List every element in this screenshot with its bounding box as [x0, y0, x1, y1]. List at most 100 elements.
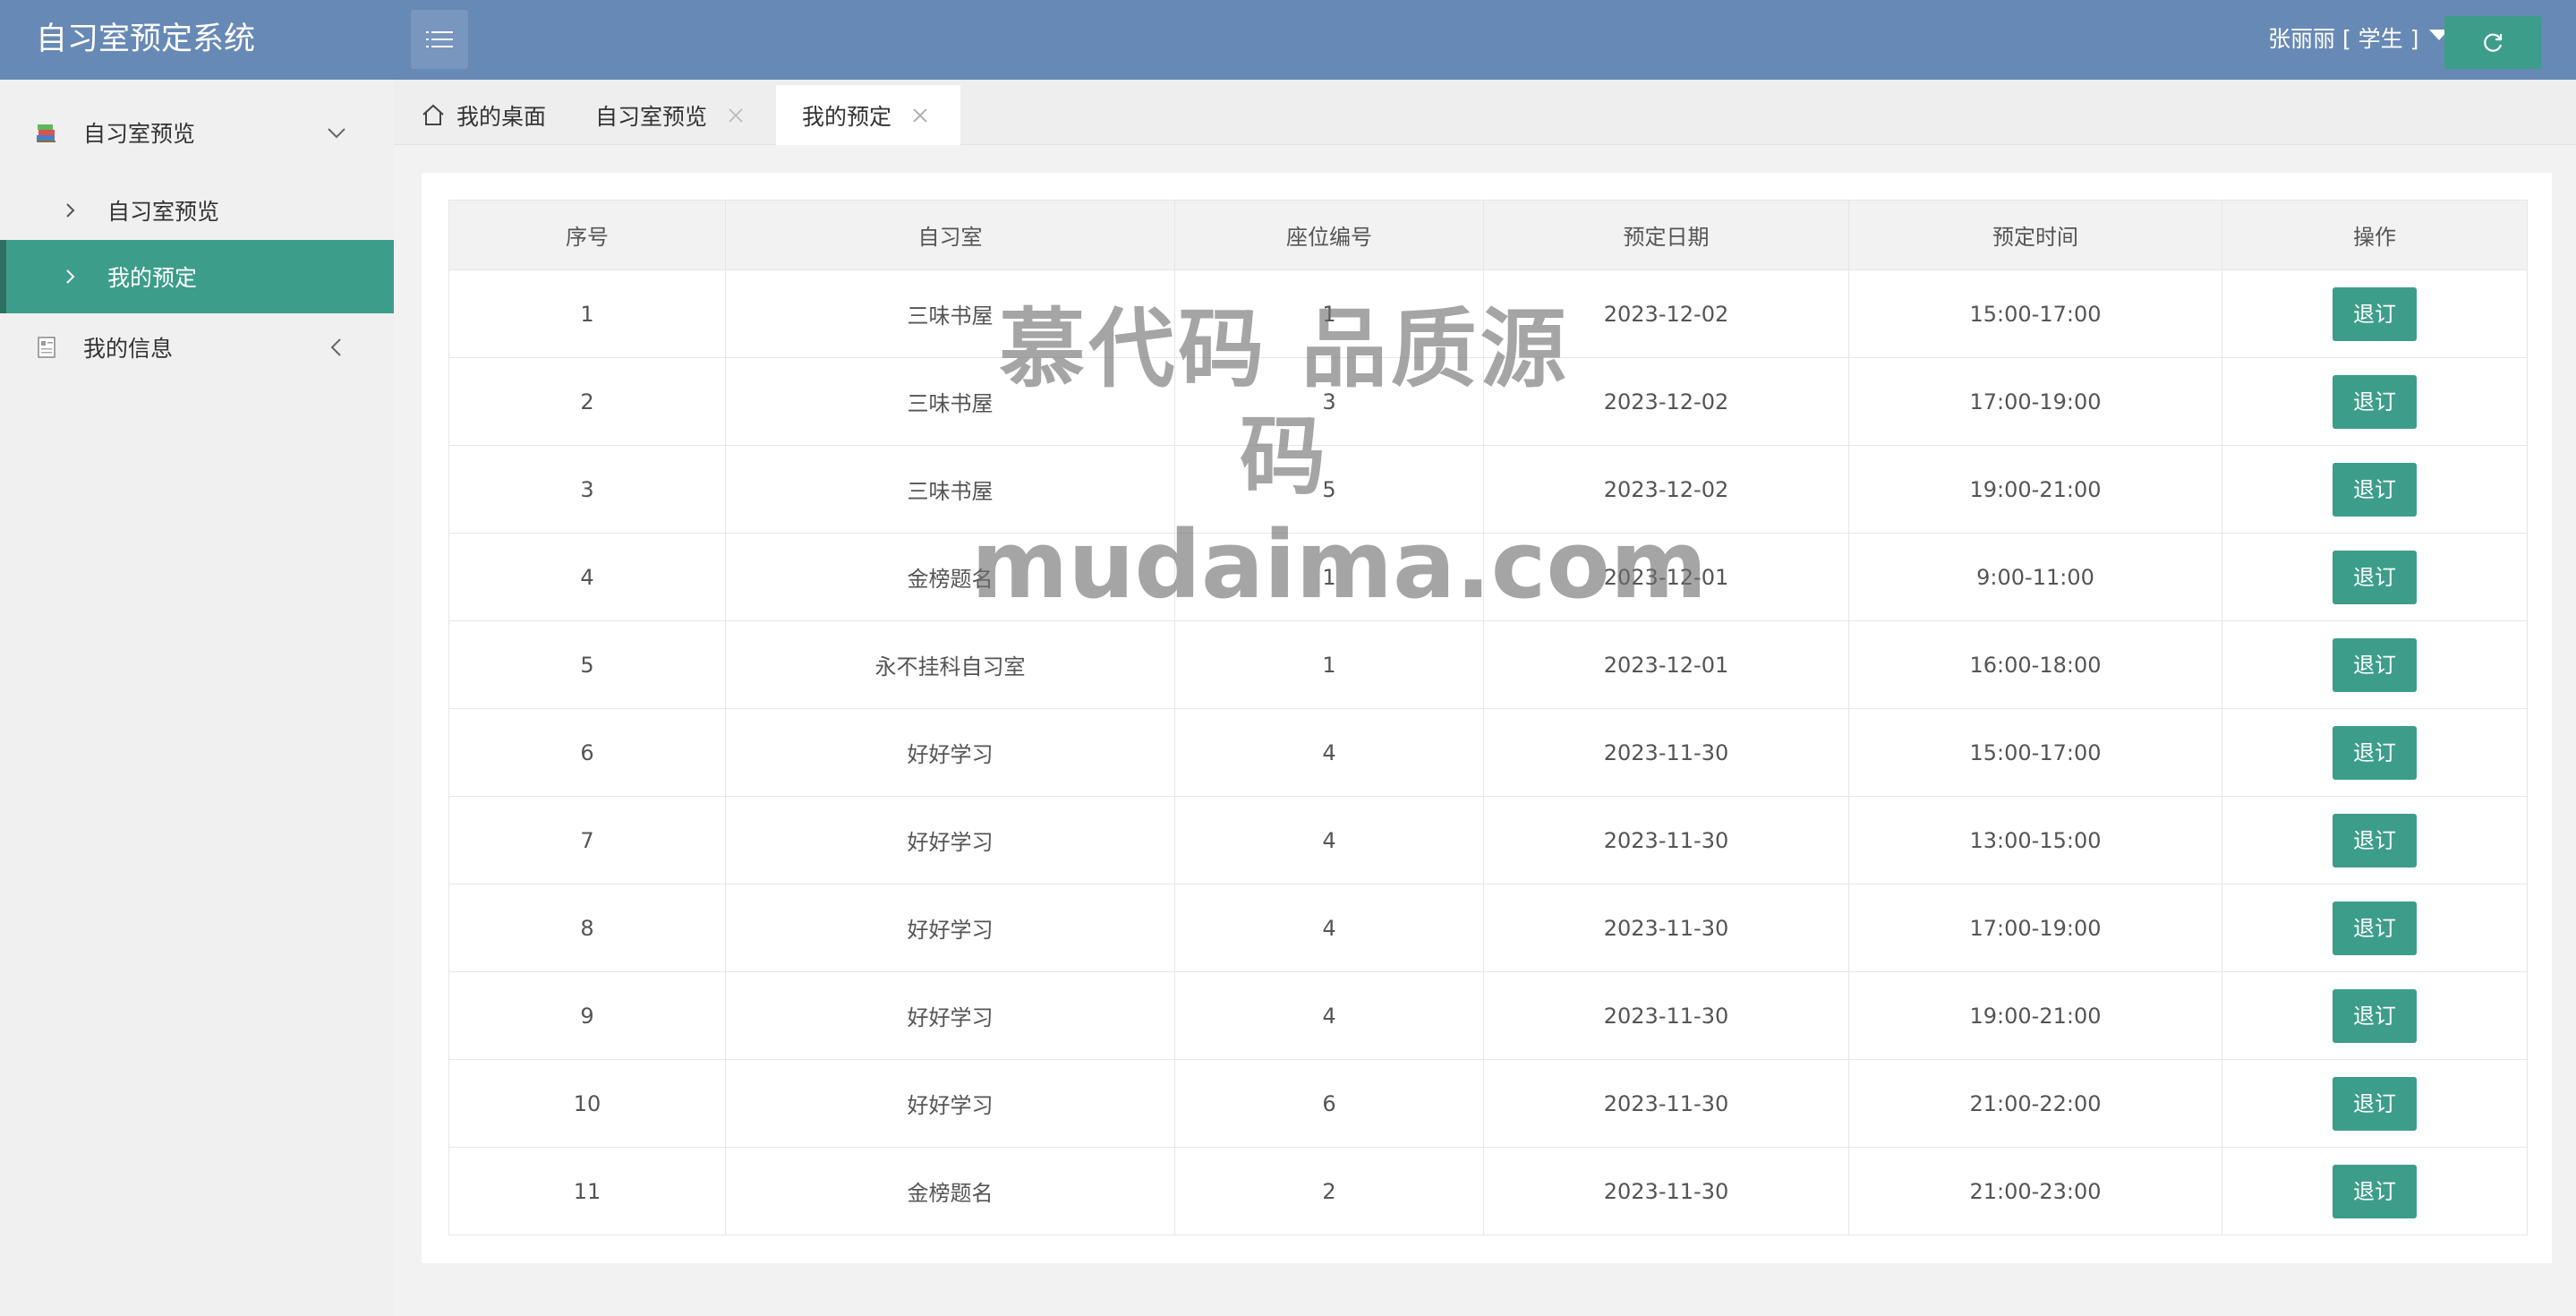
- cell-time: 17:00-19:00: [1848, 357, 2222, 446]
- cell-time: 17:00-19:00: [1848, 884, 2222, 972]
- cell-room: 好好学习: [725, 708, 1175, 797]
- refresh-icon: [2484, 33, 2503, 52]
- tab-label: 自习室预览: [595, 103, 708, 130]
- cell-room: 三味书屋: [725, 269, 1175, 358]
- cell-room: 好好学习: [725, 884, 1175, 972]
- cell-time: 21:00-22:00: [1848, 1059, 2222, 1148]
- cell-time: 15:00-17:00: [1848, 269, 2222, 358]
- cell-action: 退订: [2222, 884, 2528, 972]
- books-icon: [37, 124, 55, 142]
- cell-action: 退订: [2222, 620, 2528, 709]
- cell-index: 4: [448, 533, 726, 621]
- column-header-seat: 座位编号: [1174, 200, 1484, 270]
- cell-action: 退订: [2222, 1147, 2528, 1235]
- table-row: 2 三味书屋 3 2023-12-02 17:00-19:00 退订: [448, 357, 2528, 446]
- cell-date: 2023-11-30: [1483, 1147, 1849, 1235]
- cell-index: 1: [448, 269, 726, 358]
- tab-my-desktop[interactable]: 我的桌面: [421, 85, 546, 145]
- table-row: 4 金榜题名 1 2023-12-01 9:00-11:00 退订: [448, 533, 2528, 621]
- sidebar-item-label: 我的预定: [107, 265, 198, 291]
- user-menu[interactable]: 张丽丽 [ 学生 ]: [2268, 23, 2450, 56]
- close-icon[interactable]: [911, 107, 929, 124]
- menu-toggle-button[interactable]: [411, 10, 468, 69]
- column-header-room: 自习室: [725, 200, 1175, 270]
- list-icon: [426, 31, 453, 47]
- cell-seat: 5: [1174, 445, 1484, 534]
- cell-seat: 4: [1174, 708, 1484, 797]
- cell-room: 好好学习: [725, 1059, 1175, 1148]
- sidebar-item-label: 自习室预览: [107, 199, 220, 225]
- cell-action: 退订: [2222, 269, 2528, 358]
- cell-seat: 4: [1174, 796, 1484, 884]
- cell-index: 3: [448, 445, 726, 534]
- cell-action: 退订: [2222, 971, 2528, 1060]
- table-row: 9 好好学习 4 2023-11-30 19:00-21:00 退订: [448, 971, 2528, 1060]
- cell-index: 11: [448, 1147, 726, 1235]
- cell-room: 永不挂科自习室: [725, 620, 1175, 709]
- cell-seat: 1: [1174, 620, 1484, 709]
- cell-index: 5: [448, 620, 726, 709]
- tab-study-room-preview[interactable]: 自习室预览: [595, 85, 745, 145]
- cell-seat: 6: [1174, 1059, 1484, 1148]
- tab-my-reservations[interactable]: 我的预定: [776, 85, 960, 145]
- cancel-reservation-button[interactable]: 退订: [2333, 901, 2417, 955]
- cell-time: 9:00-11:00: [1848, 533, 2222, 621]
- sidebar-group-my-info[interactable]: 我的信息: [0, 316, 394, 379]
- cancel-reservation-button[interactable]: 退订: [2333, 1164, 2417, 1218]
- cancel-reservation-button[interactable]: 退订: [2333, 286, 2417, 341]
- table-row: 1 三味书屋 1 2023-12-02 15:00-17:00 退订: [448, 269, 2528, 358]
- home-icon: [422, 104, 444, 125]
- sidebar-item-study-room-preview[interactable]: 自习室预览: [0, 174, 394, 247]
- cell-date: 2023-11-30: [1483, 971, 1849, 1060]
- cancel-reservation-button[interactable]: 退订: [2333, 1076, 2417, 1131]
- cell-action: 退订: [2222, 796, 2528, 884]
- cell-date: 2023-12-02: [1483, 269, 1849, 358]
- sidebar-group-study-room-preview[interactable]: 自习室预览: [0, 101, 394, 164]
- cell-date: 2023-11-30: [1483, 708, 1849, 797]
- sidebar: 自习室预览 自习室预览 我的预定 我的信息: [0, 80, 394, 1316]
- top-header: 自习室预定系统 张丽丽 [ 学生 ]: [0, 0, 2576, 80]
- reservations-table: 序号 自习室 座位编号 预定日期 预定时间 操作 1 三味书屋 1 2023-1…: [448, 200, 2528, 1235]
- cancel-reservation-button[interactable]: 退订: [2333, 462, 2417, 517]
- cell-action: 退订: [2222, 1059, 2528, 1148]
- cancel-reservation-button[interactable]: 退订: [2333, 813, 2417, 867]
- table-row: 8 好好学习 4 2023-11-30 17:00-19:00 退订: [448, 884, 2528, 972]
- chevron-right-icon: [66, 269, 75, 284]
- table-row: 6 好好学习 4 2023-11-30 15:00-17:00 退订: [448, 708, 2528, 797]
- cell-index: 10: [448, 1059, 726, 1148]
- sidebar-group-label: 我的信息: [83, 336, 174, 362]
- cell-room: 好好学习: [725, 971, 1175, 1060]
- cancel-reservation-button[interactable]: 退订: [2333, 637, 2417, 692]
- content-panel: 序号 自习室 座位编号 预定日期 预定时间 操作 1 三味书屋 1 2023-1…: [422, 173, 2552, 1263]
- cell-time: 19:00-21:00: [1848, 445, 2222, 534]
- cell-date: 2023-12-01: [1483, 620, 1849, 709]
- cell-date: 2023-12-01: [1483, 533, 1849, 621]
- cell-seat: 2: [1174, 1147, 1484, 1235]
- cell-room: 好好学习: [725, 796, 1175, 884]
- cancel-reservation-button[interactable]: 退订: [2333, 374, 2417, 429]
- chevron-right-icon: [66, 203, 75, 218]
- cancel-reservation-button[interactable]: 退订: [2333, 725, 2417, 780]
- profile-card-icon: [38, 337, 55, 358]
- sidebar-item-my-reservations[interactable]: 我的预定: [0, 240, 394, 313]
- cancel-reservation-button[interactable]: 退订: [2333, 550, 2417, 604]
- refresh-button[interactable]: [2444, 16, 2541, 69]
- chevron-down-icon: [328, 128, 345, 139]
- chevron-left-icon: [330, 338, 341, 356]
- cell-seat: 4: [1174, 884, 1484, 972]
- close-icon[interactable]: [727, 107, 745, 124]
- cell-time: 13:00-15:00: [1848, 796, 2222, 884]
- cell-action: 退订: [2222, 708, 2528, 797]
- cell-action: 退订: [2222, 445, 2528, 534]
- cell-time: 21:00-23:00: [1848, 1147, 2222, 1235]
- cell-index: 9: [448, 971, 726, 1060]
- cell-room: 三味书屋: [725, 357, 1175, 446]
- app-title: 自习室预定系统: [36, 21, 256, 57]
- cell-date: 2023-12-02: [1483, 445, 1849, 534]
- cell-index: 2: [448, 357, 726, 446]
- cell-index: 8: [448, 884, 726, 972]
- cancel-reservation-button[interactable]: 退订: [2333, 988, 2417, 1043]
- cell-index: 7: [448, 796, 726, 884]
- sidebar-group-label: 自习室预览: [83, 121, 196, 147]
- table-row: 5 永不挂科自习室 1 2023-12-01 16:00-18:00 退订: [448, 620, 2528, 709]
